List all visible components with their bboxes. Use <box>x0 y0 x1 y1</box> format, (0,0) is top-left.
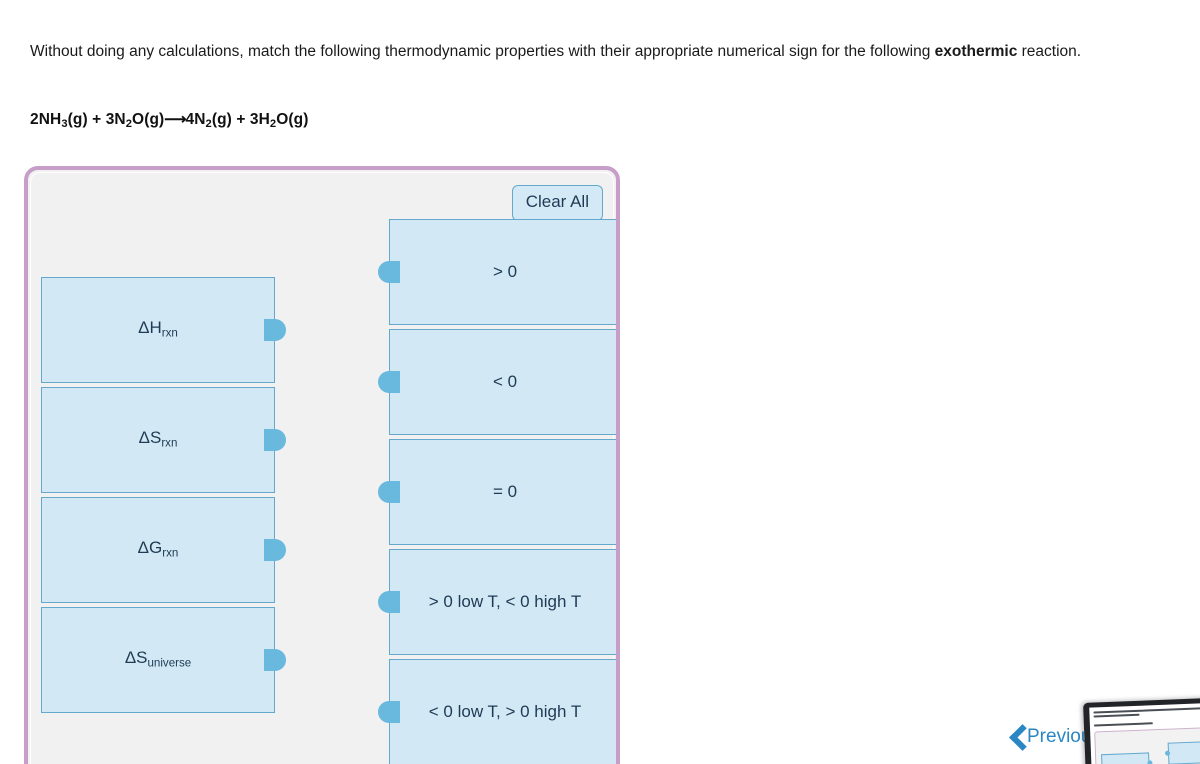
property-label: ΔGrxn <box>138 538 179 561</box>
product2-state: (g) <box>288 111 309 128</box>
connector-knob-icon[interactable] <box>264 429 286 451</box>
thumbnail-property-tile <box>1101 752 1150 764</box>
property-label: ΔSrxn <box>139 428 178 451</box>
question-bold-keyword: exothermic <box>934 43 1018 60</box>
property-subscript: rxn <box>161 327 178 340</box>
reactant1-coefficient: 2NH <box>30 111 62 128</box>
thumbnail-answer-tile <box>1167 740 1200 764</box>
connector-knob-icon[interactable] <box>378 371 400 393</box>
connector-knob-icon[interactable] <box>378 701 400 723</box>
property-subscript: universe <box>147 657 192 670</box>
thumbnail-screen <box>1089 702 1200 764</box>
properties-column: ΔHrxn ΔSrxn ΔGrxn ΔSuniverse <box>41 277 286 717</box>
page-root: Without doing any calculations, match th… <box>0 0 1200 764</box>
answers-column: > 0 < 0 = 0 > 0 low T, < 0 high T < 0 lo <box>378 219 616 764</box>
property-subscript: rxn <box>161 437 178 450</box>
property-tile-delta-s-universe[interactable]: ΔSuniverse <box>41 607 286 713</box>
answer-label: > 0 <box>492 261 518 281</box>
thumbnail-matching-widget <box>1094 726 1200 764</box>
thumbnail-text-line <box>1093 707 1200 714</box>
property-subscript: rxn <box>162 547 179 560</box>
reactant1-state: (g) <box>67 111 88 128</box>
property-tile-delta-h-rxn[interactable]: ΔHrxn <box>41 277 286 383</box>
property-tile-delta-s-rxn[interactable]: ΔSrxn <box>41 387 286 493</box>
property-tile-delta-g-rxn[interactable]: ΔGrxn <box>41 497 286 603</box>
reactant2-state: (g) <box>144 111 165 128</box>
property-label: ΔSuniverse <box>125 648 191 671</box>
answer-tile-greater-than-zero[interactable]: > 0 <box>378 219 616 325</box>
property-symbol: ΔS <box>138 428 162 448</box>
connector-knob-icon[interactable] <box>378 481 400 503</box>
connector-knob-icon[interactable] <box>264 319 286 341</box>
clear-all-button[interactable]: Clear All <box>511 185 603 221</box>
product2-element: O <box>276 111 289 128</box>
property-symbol: ΔH <box>138 318 162 338</box>
chevron-left-icon <box>1008 724 1026 750</box>
thumbnail-text-line <box>1093 713 1140 718</box>
chemical-equation: 2NH3(g) + 3N2O(g)⟶4N2(g) + 3H2O(g) <box>30 110 309 130</box>
connector-knob-icon[interactable] <box>264 539 286 561</box>
reactant2-coefficient: 3N <box>105 111 126 128</box>
property-symbol: ΔG <box>137 538 163 558</box>
matching-widget: Clear All ΔHrxn ΔSrxn ΔGrxn ΔSuniverse >… <box>24 166 620 764</box>
product1-state: (g) <box>211 111 232 128</box>
question-text-part2: reaction. <box>1017 43 1082 60</box>
property-symbol: ΔS <box>124 648 148 668</box>
question-text-part1: Without doing any calculations, match th… <box>30 43 935 60</box>
answer-label: = 0 <box>492 481 518 501</box>
answer-label: < 0 low T, > 0 high T <box>428 701 582 721</box>
answer-tile-positive-low-negative-high[interactable]: > 0 low T, < 0 high T <box>378 549 616 655</box>
equation-plus-2: + <box>231 111 250 128</box>
answer-tile-equals-zero[interactable]: = 0 <box>378 439 616 545</box>
answer-tile-negative-low-positive-high[interactable]: < 0 low T, > 0 high T <box>378 659 616 764</box>
product1-coefficient: 4N <box>185 111 206 128</box>
connector-knob-icon[interactable] <box>264 649 286 671</box>
question-prompt: Without doing any calculations, match th… <box>30 40 1120 64</box>
answer-label: < 0 <box>492 371 518 391</box>
answer-tile-less-than-zero[interactable]: < 0 <box>378 329 616 435</box>
connector-knob-icon[interactable] <box>378 261 400 283</box>
answer-label: > 0 low T, < 0 high T <box>428 591 582 611</box>
product2-coefficient: 3H <box>249 111 270 128</box>
matching-widget-inner: Clear All ΔHrxn ΔSrxn ΔGrxn ΔSuniverse >… <box>30 172 616 764</box>
property-label: ΔHrxn <box>138 318 178 341</box>
equation-plus-1: + <box>87 111 106 128</box>
page-thumbnail-preview[interactable] <box>1083 697 1200 764</box>
thumbnail-connector-knob-icon <box>1147 760 1153 764</box>
reactant2-element: O <box>132 111 145 128</box>
connector-knob-icon[interactable] <box>378 591 400 613</box>
reaction-arrow-icon: ⟶ <box>164 111 186 128</box>
